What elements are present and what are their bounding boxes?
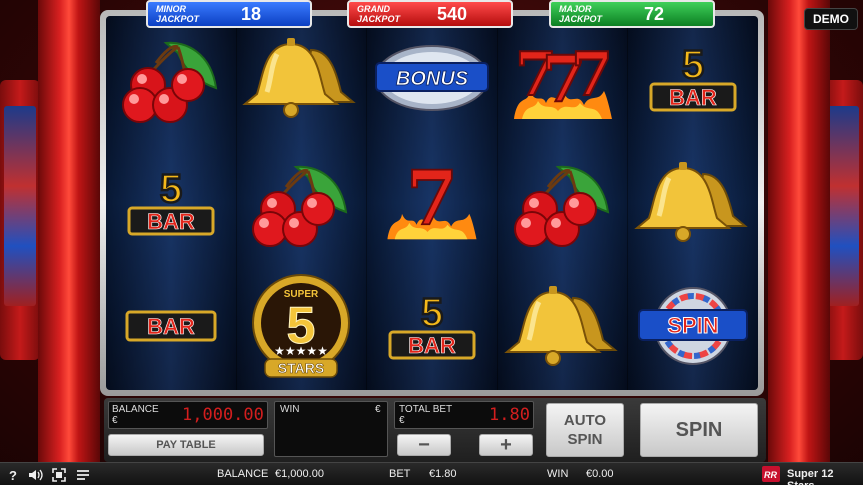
sound-icon[interactable]: [27, 466, 45, 483]
svg-text:5: 5: [160, 167, 182, 211]
five-bar-symbol: 5 BAR: [106, 140, 236, 264]
win-label: WIN: [280, 404, 300, 415]
decrease-bet-button[interactable]: −: [397, 434, 451, 456]
auto-spin-label-line2: SPIN: [567, 431, 603, 448]
seven-symbol: 7: [367, 140, 497, 264]
reel-1: 5 BAR BAR: [106, 16, 237, 390]
svg-text:BAR: BAR: [147, 209, 195, 234]
major-jackpot: MAJOR JACKPOT 72: [549, 0, 715, 28]
status-bet-label: BET: [389, 468, 411, 480]
right-frame-pillar: [768, 0, 830, 462]
five-bar-symbol: 5 BAR: [628, 16, 758, 140]
increase-bet-button[interactable]: +: [479, 434, 533, 456]
spin-symbol: SPIN: [628, 264, 758, 388]
control-panel: BALANCE € 1,000.00 PAY TABLE WIN € TOTAL…: [104, 398, 766, 462]
auto-spin-button[interactable]: AUTO SPIN: [546, 403, 624, 457]
svg-text:5: 5: [682, 43, 704, 87]
svg-text:BAR: BAR: [669, 85, 717, 110]
fullscreen-icon[interactable]: [50, 466, 68, 483]
reel-window[interactable]: 5 BAR BAR SUPER 5 ★★★★★ STARS BONUS 7 5 …: [106, 16, 758, 390]
reel-5: 5 BAR SPIN: [628, 16, 758, 390]
status-win-label: WIN: [547, 468, 569, 480]
brand-logo-icon: RR: [764, 470, 777, 480]
minor-jackpot-value: 18: [240, 3, 262, 24]
grand-jackpot-label: GRAND: [357, 4, 390, 14]
svg-text:BAR: BAR: [147, 314, 195, 339]
svg-text:SPIN: SPIN: [667, 313, 718, 338]
reels-frame: 5 BAR BAR SUPER 5 ★★★★★ STARS BONUS 7 5 …: [100, 10, 764, 396]
left-neighbor-cabinet: [0, 80, 40, 360]
bell-symbol: [498, 264, 628, 388]
svg-text:7: 7: [406, 157, 458, 243]
svg-text:?: ?: [9, 468, 17, 482]
cherries-symbol: [106, 16, 236, 140]
major-jackpot-value: 72: [643, 3, 665, 24]
bell-symbol: [237, 16, 367, 140]
status-bet-value: €1.80: [429, 468, 457, 480]
triple-seven-symbol: 7 7 7: [498, 16, 628, 140]
pay-table-button[interactable]: PAY TABLE: [108, 434, 264, 456]
status-balance-value: €1,000.00: [275, 468, 324, 480]
bell-symbol: [628, 140, 758, 264]
auto-spin-label-line1: AUTO: [563, 412, 607, 429]
grand-jackpot-value: 540: [436, 3, 468, 24]
grand-jackpot-sublabel: JACKPOT: [357, 14, 401, 24]
reel-3: BONUS 7 5 BAR: [367, 16, 498, 390]
status-win-value: €0.00: [586, 468, 614, 480]
major-jackpot-label: MAJOR: [559, 4, 592, 14]
svg-text:5: 5: [421, 291, 443, 335]
total-bet-label: TOTAL BET: [399, 404, 453, 415]
svg-text:7: 7: [571, 40, 613, 110]
game-title: Super 12 Stars: [787, 468, 834, 485]
minor-jackpot-label: MINOR: [156, 4, 186, 14]
bar-symbol: BAR: [106, 264, 236, 388]
spin-button[interactable]: SPIN: [640, 403, 758, 457]
minor-jackpot-sublabel: JACKPOT: [156, 14, 200, 24]
demo-badge: DEMO: [804, 8, 858, 30]
cherries-symbol: [237, 140, 367, 264]
reel-4: 7 7 7: [497, 16, 629, 390]
svg-text:STARS: STARS: [278, 360, 324, 376]
svg-text:RR: RR: [764, 470, 777, 480]
svg-text:BAR: BAR: [408, 333, 456, 358]
menu-icon[interactable]: [74, 466, 92, 483]
super-5-stars-symbol: SUPER 5 ★★★★★ STARS: [237, 264, 367, 388]
cherries-symbol: [498, 140, 628, 264]
bonus-symbol: BONUS: [367, 16, 497, 140]
major-jackpot-sublabel: JACKPOT: [559, 14, 603, 24]
help-icon[interactable]: ?: [4, 466, 22, 483]
win-currency: €: [375, 404, 381, 415]
svg-text:BONUS: BONUS: [396, 68, 469, 90]
status-balance-label: BALANCE: [217, 468, 269, 480]
grand-jackpot: GRAND JACKPOT 540: [347, 0, 513, 28]
five-bar-symbol: 5 BAR: [367, 264, 497, 388]
total-bet-value: 1.80: [489, 405, 530, 425]
total-bet-currency: €: [399, 415, 405, 426]
balance-label: BALANCE: [112, 404, 159, 415]
left-frame-pillar: [38, 0, 100, 462]
balance-currency: €: [112, 415, 118, 426]
balance-value: 1,000.00: [182, 405, 264, 425]
minor-jackpot: MINOR JACKPOT 18: [146, 0, 312, 28]
status-bar: ? BALANCE €1,000.00 BET €1.80 WIN €0.00 …: [0, 462, 863, 485]
reel-2: SUPER 5 ★★★★★ STARS: [236, 16, 368, 390]
svg-text:★★★★★: ★★★★★: [274, 344, 328, 358]
